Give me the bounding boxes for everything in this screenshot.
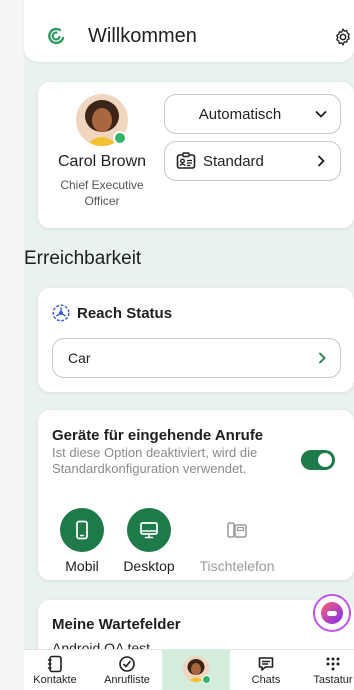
nav-anrufliste[interactable]: Anrufliste bbox=[97, 650, 157, 690]
app-logo-icon bbox=[48, 27, 65, 45]
reach-status-card: Reach Status Car bbox=[38, 288, 354, 392]
nav-tastatur[interactable]: Tastatur bbox=[308, 650, 354, 690]
devices-description: Ist diese Option deaktiviert, wird die S… bbox=[52, 445, 258, 476]
status-selector-value: Standard bbox=[203, 153, 264, 170]
queues-title: Meine Wartefelder bbox=[52, 616, 181, 633]
reach-status-selector[interactable]: Car bbox=[52, 338, 341, 378]
profile-card: Carol Brown Chief Executive Officer Auto… bbox=[38, 82, 354, 228]
chat-bubble-icon bbox=[258, 657, 274, 671]
mobile-phone-icon bbox=[76, 520, 88, 540]
device-mobil[interactable]: Mobil bbox=[52, 508, 112, 574]
chevron-down-icon bbox=[315, 111, 327, 118]
device-desktop[interactable]: Desktop bbox=[119, 508, 179, 574]
device-mobil-label: Mobil bbox=[65, 558, 99, 574]
devices-title: Geräte für eingehende Anrufe bbox=[52, 427, 264, 444]
nav-chats[interactable]: Chats bbox=[244, 650, 288, 690]
toggle-knob bbox=[318, 453, 332, 467]
left-rail bbox=[0, 0, 24, 690]
presence-status-dot bbox=[113, 131, 127, 145]
reach-status-value: Car bbox=[68, 350, 91, 366]
chevron-right-icon bbox=[319, 352, 326, 364]
devices-toggle[interactable] bbox=[301, 450, 335, 470]
chevron-right-icon bbox=[318, 155, 325, 167]
nav-anrufliste-label: Anrufliste bbox=[104, 674, 150, 686]
dialpad-icon bbox=[326, 657, 340, 671]
device-tischtelefon-circle bbox=[215, 508, 259, 552]
nav-tastatur-label: Tastatur bbox=[313, 674, 353, 686]
bottom-navigation: Kontakte Anrufliste Chats Tastatur bbox=[24, 649, 354, 690]
desktop-monitor-icon bbox=[140, 522, 158, 539]
nav-chats-label: Chats bbox=[251, 674, 281, 686]
mode-dropdown[interactable]: Automatisch bbox=[164, 94, 341, 134]
device-mobil-circle bbox=[60, 508, 104, 552]
device-desktop-label: Desktop bbox=[123, 558, 175, 574]
desk-phone-icon bbox=[227, 522, 247, 538]
nav-kontakte-label: Kontakte bbox=[33, 674, 77, 686]
assistant-fab-button[interactable] bbox=[313, 594, 351, 632]
page-title: Willkommen bbox=[88, 25, 197, 47]
mode-dropdown-value: Automatisch bbox=[198, 106, 282, 123]
nav-my-profile[interactable] bbox=[162, 650, 230, 690]
availability-heading: Erreichbarkeit bbox=[24, 248, 142, 269]
device-tischtelefon[interactable]: Tischtelefon bbox=[193, 508, 281, 574]
id-badge-icon bbox=[176, 152, 196, 169]
reach-status-title: Reach Status bbox=[77, 305, 173, 322]
contacts-icon bbox=[47, 655, 62, 673]
status-selector[interactable]: Standard bbox=[164, 141, 341, 181]
reach-status-icon bbox=[52, 304, 70, 322]
device-desktop-circle bbox=[127, 508, 171, 552]
gear-icon[interactable] bbox=[333, 27, 353, 47]
profile-role: Chief Executive Officer bbox=[60, 178, 144, 208]
nav-presence-dot bbox=[202, 675, 211, 684]
incoming-call-devices-card: Geräte für eingehende Anrufe Ist diese O… bbox=[38, 410, 354, 580]
device-tischtelefon-label: Tischtelefon bbox=[199, 558, 275, 574]
assistant-icon bbox=[321, 602, 343, 624]
nav-kontakte[interactable]: Kontakte bbox=[30, 650, 80, 690]
app-header: Willkommen bbox=[24, 0, 354, 62]
call-history-icon bbox=[119, 656, 135, 672]
profile-name: Carol Brown bbox=[57, 153, 147, 170]
